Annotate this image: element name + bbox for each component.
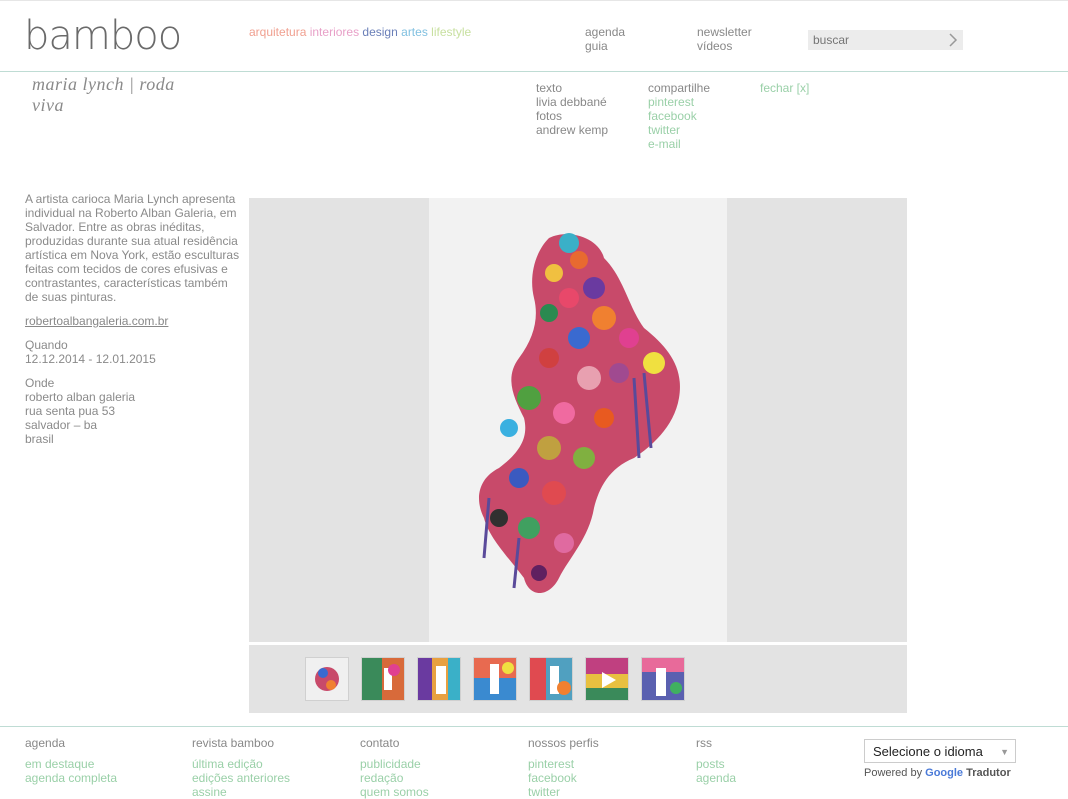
footer-link[interactable]: edições anteriores — [192, 771, 290, 785]
article-title: maria lynch | roda viva — [32, 74, 175, 115]
google-translate-credit: Powered by Google Tradutor — [864, 767, 1011, 779]
footer-rss: rss posts agenda — [696, 736, 736, 785]
thumbnail-5[interactable] — [529, 657, 573, 701]
translator-label: Tradutor — [966, 767, 1011, 779]
footer-heading: contato — [360, 736, 400, 750]
artwork-image[interactable] — [429, 198, 727, 642]
category-lifestyle[interactable]: lifestyle — [431, 25, 471, 39]
top-border — [0, 0, 1068, 1]
footer-link[interactable]: agenda completa — [25, 771, 117, 785]
footer-link[interactable]: redação — [360, 771, 429, 785]
category-nav: arquitetura interiores design artes life… — [249, 25, 471, 39]
bamboo-logo[interactable]: bamboo — [24, 12, 182, 60]
nav-guia[interactable]: guia — [585, 39, 625, 53]
article-description: A artista carioca Maria Lynch apresenta … — [25, 192, 240, 304]
footer-link[interactable]: facebook — [528, 771, 599, 785]
category-design[interactable]: design — [362, 25, 397, 39]
footer-link[interactable]: quem somos — [360, 785, 429, 799]
when-label: Quando — [25, 338, 68, 352]
footer-link[interactable]: pinterest — [528, 757, 599, 771]
nav-group-2: newsletter vídeos — [697, 25, 752, 53]
footer-link[interactable]: publicidade — [360, 757, 429, 771]
language-select[interactable]: Selecione o idioma ▼ — [864, 739, 1016, 763]
footer-contato: contato publicidade redação quem somos — [360, 736, 429, 799]
thumbnail-4[interactable] — [473, 657, 517, 701]
fotos-label: fotos — [536, 109, 563, 123]
texto-label: texto — [536, 81, 563, 95]
where-line: roberto alban galeria — [25, 390, 136, 404]
category-interiores[interactable]: interiores — [310, 25, 359, 39]
share-email[interactable]: e-mail — [648, 137, 710, 151]
thumbnail-7[interactable] — [641, 657, 685, 701]
when-value: 12.12.2014 - 12.01.2015 — [25, 352, 156, 366]
texto-author: livia debbané — [536, 95, 607, 109]
google-logo: Google — [925, 767, 964, 779]
footer-revista: revista bamboo última edição edições ant… — [192, 736, 290, 799]
footer-perfis: nossos perfis pinterest facebook twitter — [528, 736, 599, 799]
footer-link[interactable]: twitter — [528, 785, 599, 799]
footer-link[interactable]: posts — [696, 757, 736, 771]
where-line: brasil — [25, 432, 54, 446]
header-divider — [0, 71, 1068, 72]
nav-newsletter[interactable]: newsletter — [697, 25, 752, 39]
share-label: compartilhe — [648, 81, 711, 95]
search-box — [808, 30, 963, 50]
footer-heading: rss — [696, 736, 712, 750]
article-credits: texto livia debbané fotos andrew kemp — [536, 81, 608, 137]
category-arquitetura[interactable]: arquitetura — [249, 25, 306, 39]
footer-link[interactable]: última edição — [192, 757, 290, 771]
fotos-author: andrew kemp — [536, 123, 609, 137]
footer-link[interactable]: agenda — [696, 771, 736, 785]
language-select-value: Selecione o idioma — [873, 744, 983, 759]
thumbnail-6[interactable] — [585, 657, 629, 701]
footer-heading: agenda — [25, 736, 66, 750]
nav-videos[interactable]: vídeos — [697, 39, 752, 53]
footer-link[interactable]: assine — [192, 785, 290, 799]
share-links: compartilhe pinterest facebook twitter e… — [648, 81, 710, 151]
thumbnail-strip — [249, 645, 907, 713]
footer-heading: revista bamboo — [192, 736, 275, 750]
share-pinterest[interactable]: pinterest — [648, 95, 710, 109]
where-line: rua senta pua 53 — [25, 404, 116, 418]
thumbnail-1[interactable] — [305, 657, 349, 701]
nav-group-1: agenda guia — [585, 25, 625, 53]
search-input[interactable] — [808, 30, 938, 50]
share-facebook[interactable]: facebook — [648, 109, 710, 123]
where-line: salvador – ba — [25, 418, 98, 432]
footer-heading: nossos perfis — [528, 736, 599, 750]
footer-divider — [0, 726, 1068, 727]
nav-agenda[interactable]: agenda — [585, 25, 625, 39]
footer-agenda: agenda em destaque agenda completa — [25, 736, 117, 785]
chevron-right-icon[interactable] — [947, 32, 959, 51]
gallery-link[interactable]: robertoalbangaleria.com.br — [25, 314, 168, 328]
share-twitter[interactable]: twitter — [648, 123, 710, 137]
gallery-viewer — [249, 198, 907, 642]
thumbnail-3[interactable] — [417, 657, 461, 701]
thumbnail-2[interactable] — [361, 657, 405, 701]
where-label: Onde — [25, 376, 55, 390]
powered-by-label: Powered by — [864, 767, 923, 779]
article-sidebar: A artista carioca Maria Lynch apresenta … — [25, 192, 240, 446]
category-artes[interactable]: artes — [401, 25, 428, 39]
chevron-down-icon: ▼ — [1000, 747, 1009, 757]
footer-link[interactable]: em destaque — [25, 757, 117, 771]
close-button[interactable]: fechar [x] — [760, 81, 809, 95]
